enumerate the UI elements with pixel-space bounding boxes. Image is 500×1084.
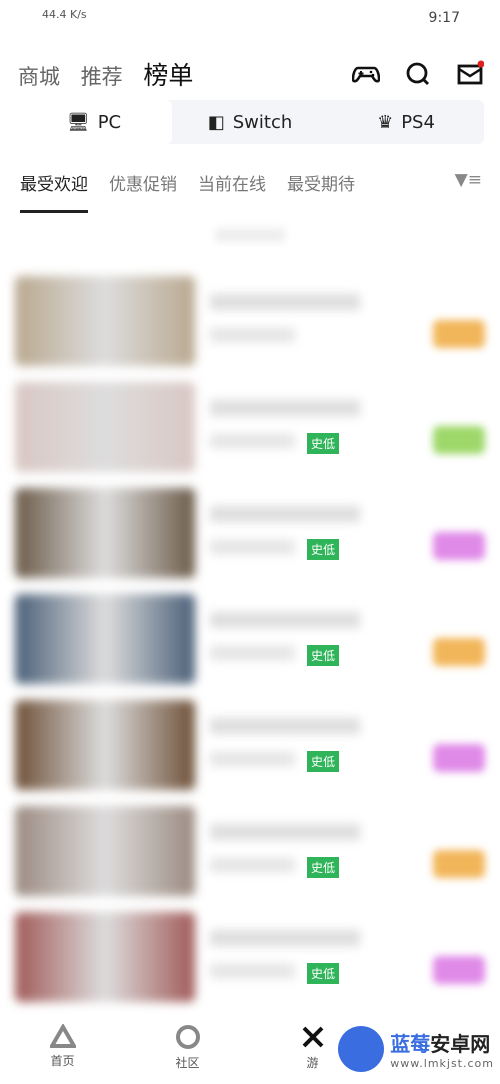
score-tag	[433, 744, 485, 772]
status-bar: 44.4 K/s 9:17	[0, 0, 500, 36]
tab-online[interactable]: 当前在线	[198, 170, 266, 195]
score-tag	[433, 320, 485, 348]
triangle-icon	[49, 1024, 76, 1048]
tab-discount[interactable]: 优惠促销	[109, 170, 177, 195]
platform-switcher: 🖥 PC ◧ Switch ♛ PS4	[16, 100, 484, 144]
game-title-blurred	[210, 506, 360, 522]
score-tag	[433, 638, 485, 666]
game-price-blurred	[210, 964, 295, 978]
tab-popular[interactable]: 最受欢迎	[20, 170, 88, 213]
nav-ranking[interactable]: 榜单	[143, 61, 193, 90]
lowest-price-badge: 史低	[307, 539, 340, 560]
search-icon[interactable]	[404, 60, 432, 88]
game-title-blurred	[210, 930, 360, 946]
game-thumbnail	[15, 276, 195, 366]
bottom-home[interactable]: 首页	[0, 1014, 125, 1084]
score-tag	[433, 850, 485, 878]
game-price-blurred	[210, 646, 295, 660]
top-nav: 商城 推荐 榜单	[18, 56, 207, 92]
game-title-blurred	[210, 400, 360, 416]
clock: 9:17	[428, 10, 460, 26]
game-row[interactable]: 史低	[15, 700, 485, 792]
game-row[interactable]	[15, 276, 485, 368]
game-title-blurred	[210, 612, 360, 628]
game-price-blurred	[210, 328, 295, 342]
ranking-tabs: 最受欢迎 优惠促销 当前在线 最受期待	[20, 170, 355, 213]
game-thumbnail	[15, 806, 195, 896]
lowest-price-badge: 史低	[307, 751, 340, 772]
lowest-price-badge: 史低	[307, 645, 340, 666]
platform-pc[interactable]: 🖥 PC	[16, 100, 172, 144]
game-row[interactable]: 史低	[15, 912, 485, 1004]
nav-recommend[interactable]: 推荐	[81, 65, 123, 89]
circle-icon	[175, 1025, 200, 1049]
game-price-blurred	[210, 858, 295, 872]
game-title-blurred	[210, 718, 360, 734]
game-price-blurred	[210, 752, 295, 766]
platform-switch[interactable]: ◧ Switch	[172, 100, 328, 144]
cross-icon	[302, 1026, 323, 1048]
game-title-blurred	[210, 824, 360, 840]
nav-mall[interactable]: 商城	[18, 65, 60, 89]
android-logo-icon	[338, 1026, 385, 1072]
playstation-icon: ♛	[377, 111, 394, 133]
score-tag	[433, 532, 485, 560]
game-price-blurred	[210, 540, 295, 554]
blurred-subheader	[215, 228, 285, 242]
score-tag	[433, 426, 485, 454]
game-row[interactable]: 史低	[15, 488, 485, 580]
tab-anticipated[interactable]: 最受期待	[287, 170, 355, 195]
gamepad-icon[interactable]	[352, 60, 380, 88]
network-speed: 44.4 K/s	[42, 8, 87, 21]
switch-icon: ◧	[207, 111, 225, 133]
lowest-price-badge: 史低	[307, 433, 340, 454]
mail-icon[interactable]	[456, 60, 484, 88]
game-thumbnail	[15, 700, 195, 790]
game-row[interactable]: 史低	[15, 594, 485, 686]
score-tag	[433, 956, 485, 984]
game-thumbnail	[15, 488, 195, 578]
game-thumbnail	[15, 382, 195, 472]
game-thumbnail	[15, 912, 195, 1002]
lowest-price-badge: 史低	[307, 963, 340, 984]
game-price-blurred	[210, 434, 295, 448]
game-thumbnail	[15, 594, 195, 684]
platform-ps4[interactable]: ♛ PS4	[328, 100, 484, 144]
bottom-community[interactable]: 社区	[125, 1014, 250, 1084]
game-title-blurred	[210, 294, 360, 310]
watermark: 蓝莓安卓网 www.lmkjst.com	[338, 1026, 494, 1072]
game-row[interactable]: 史低	[15, 806, 485, 898]
game-row[interactable]: 史低	[15, 382, 485, 474]
monitor-icon: 🖥	[66, 111, 90, 133]
filter-icon[interactable]: ▼≡	[455, 170, 482, 190]
lowest-price-badge: 史低	[307, 857, 340, 878]
